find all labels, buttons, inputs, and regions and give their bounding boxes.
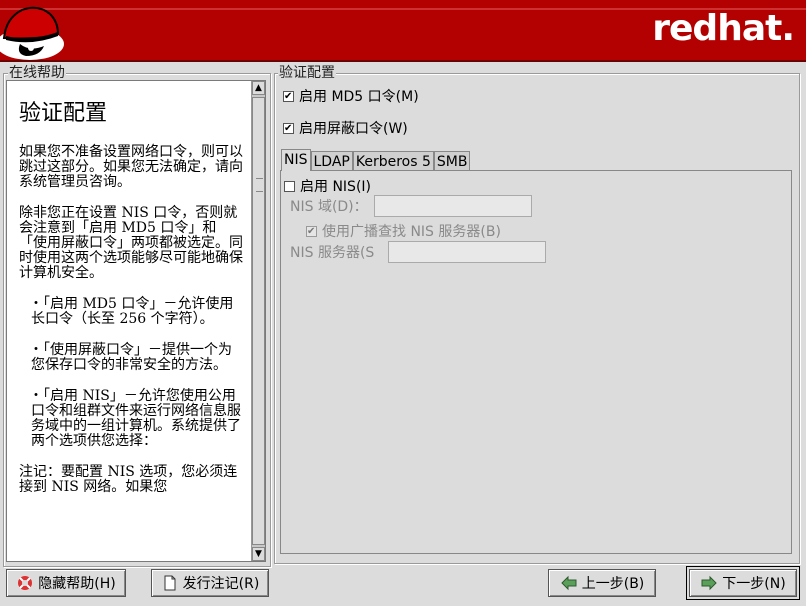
nis-domain-input[interactable] <box>374 195 532 217</box>
broadcast-label[interactable]: 使用广播查找 NIS 服务器(B) <box>322 221 501 241</box>
enable-nis-row[interactable]: 启用 NIS(I) <box>284 176 371 196</box>
md5-checkbox-row[interactable]: 启用 MD5 口令(M) <box>283 86 419 106</box>
grip-icon <box>256 178 263 192</box>
back-button[interactable]: 上一步(B) <box>548 569 656 597</box>
help-panel: 验证配置 如果您不准备设置网络口令，则可以跳过这部分。如果您无法确定，请向系统管… <box>6 80 266 562</box>
next-label: 下一步(N) <box>722 576 786 592</box>
broadcast-row[interactable]: 使用广播查找 NIS 服务器(B) <box>306 221 501 241</box>
help-group-label: 在线帮助 <box>8 62 66 82</box>
broadcast-checkbox[interactable] <box>306 225 317 237</box>
auth-group-label: 验证配置 <box>278 62 336 82</box>
hide-help-label: 隐藏帮助(H) <box>38 576 116 592</box>
left-arrow-icon <box>561 575 577 591</box>
help-paragraph: 注记：要配置 NIS 选项，您必须连接到 NIS 网络。如果您 <box>19 464 238 495</box>
tab-nis[interactable]: NIS <box>281 149 311 171</box>
auth-tabs: NIS LDAP Kerberos 5 SMB <box>281 149 471 171</box>
nis-domain-label: NIS 域(D)： <box>290 199 368 215</box>
nis-domain-row: NIS 域(D)： <box>290 195 532 217</box>
shadowman-hat-logo <box>0 6 64 60</box>
lifebuoy-icon <box>18 576 33 590</box>
back-label: 上一步(B) <box>581 576 645 592</box>
scroll-down-icon[interactable]: ▼ <box>252 547 265 561</box>
help-title: 验证配置 <box>19 101 108 126</box>
nis-server-input[interactable] <box>388 241 546 263</box>
help-paragraph: 除非您正在设置 NIS 口令，否则就会注意到「启用 MD5 口令」和「使用屏蔽口… <box>19 205 243 281</box>
shadow-label[interactable]: 启用屏蔽口令(W) <box>299 118 408 138</box>
shadow-checkbox[interactable] <box>283 122 294 134</box>
enable-nis-label[interactable]: 启用 NIS(I) <box>300 176 371 196</box>
md5-label[interactable]: 启用 MD5 口令(M) <box>299 86 419 106</box>
help-bullet: ・「启用 MD5 口令」－允许使用长口令（长至 256 个字符）。 <box>29 296 234 327</box>
hide-help-button[interactable]: 隐藏帮助(H) <box>6 569 126 597</box>
md5-checkbox[interactable] <box>283 90 294 102</box>
redhat-wordmark: redhat. <box>652 8 795 49</box>
right-arrow-icon <box>701 575 718 591</box>
tab-smb[interactable]: SMB <box>433 151 471 171</box>
document-icon <box>164 575 176 591</box>
next-button[interactable]: 下一步(N) <box>689 569 797 597</box>
help-scrollbar[interactable]: ▲ ▼ <box>251 81 265 561</box>
shadow-checkbox-row[interactable]: 启用屏蔽口令(W) <box>283 118 408 138</box>
help-bullet: ・「使用屏蔽口令」－提供一个为您保存口令的非常安全的方法。 <box>29 342 232 373</box>
header-banner: redhat. <box>0 0 806 62</box>
nis-tab-panel: 启用 NIS(I) NIS 域(D)： 使用广播查找 NIS 服务器(B) NI… <box>280 170 792 554</box>
tab-ldap[interactable]: LDAP <box>310 151 353 171</box>
scroll-thumb[interactable] <box>252 97 265 545</box>
enable-nis-checkbox[interactable] <box>284 180 295 192</box>
release-notes-button[interactable]: 发行注记(R) <box>151 569 269 597</box>
tab-kerberos[interactable]: Kerberos 5 <box>352 151 434 171</box>
nis-server-row: NIS 服务器(S <box>290 241 546 263</box>
help-paragraph: 如果您不准备设置网络口令，则可以跳过这部分。如果您无法确定，请向系统管理员咨询。 <box>19 144 243 190</box>
help-text: 验证配置 如果您不准备设置网络口令，则可以跳过这部分。如果您无法确定，请向系统管… <box>11 85 251 557</box>
nis-server-label: NIS 服务器(S <box>290 245 375 261</box>
help-bullet: ・「启用 NIS」－允许您使用公用口令和组群文件来运行网络信息服务域中的一组计算… <box>29 388 241 449</box>
release-notes-label: 发行注记(R) <box>182 576 260 592</box>
scroll-up-icon[interactable]: ▲ <box>252 81 265 95</box>
